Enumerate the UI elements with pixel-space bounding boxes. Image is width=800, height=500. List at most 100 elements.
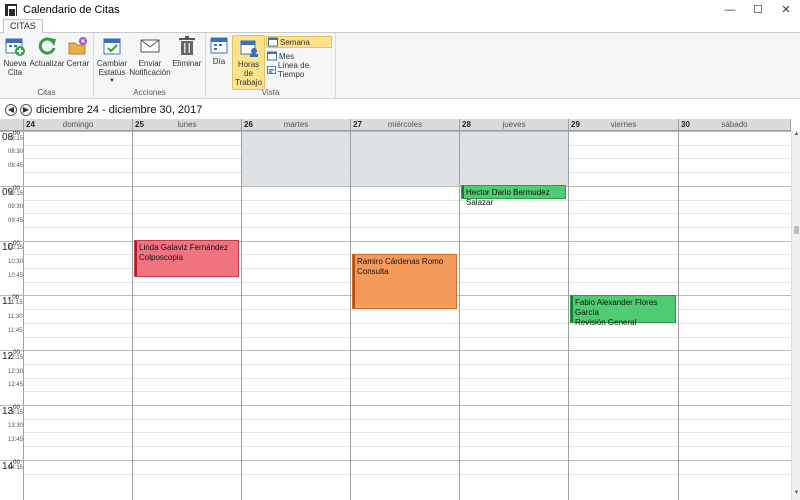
hour-gridline: [24, 405, 791, 406]
app-icon: [5, 3, 17, 18]
appointment-patient: Hector Dario Bermudez Salazar: [466, 188, 550, 207]
refresh-button[interactable]: Actualizar: [29, 35, 65, 68]
appointment[interactable]: Hector Dario Bermudez Salazar: [461, 185, 566, 207]
work-hours-label-2: Trabajo: [235, 78, 262, 87]
new-appointment-label-2: Cita: [7, 68, 23, 77]
scroll-thumb[interactable]: [794, 226, 799, 234]
maximize-button[interactable]: ☐: [744, 0, 772, 19]
timeline-view-label: Línea de Tiempo: [277, 61, 310, 79]
timeline-icon: [267, 65, 276, 75]
quarter-label: 13:45: [8, 437, 24, 444]
day-name: miércoles: [387, 120, 423, 129]
calendar-check-icon: [103, 38, 121, 55]
ribbon-group-acciones: Cambiar Estatus ▼ Enviar Notificación El…: [94, 33, 206, 99]
day-column-divider: [132, 131, 133, 500]
next-week-button[interactable]: ▶: [20, 103, 32, 116]
day-name: viernes: [610, 120, 637, 129]
title-bar: Calendario de Citas — ☐ ✕: [0, 0, 800, 19]
calendar-week-icon: [268, 37, 278, 47]
date-navigation: ◀ ▶ diciembre 24 - diciembre 30, 2017: [0, 100, 800, 119]
quarter-label: 11:45: [8, 327, 23, 334]
quarter-label: 12:15: [8, 354, 24, 361]
day-header-sábado[interactable]: 30 sábado: [679, 119, 791, 131]
quarter-gridline: [24, 363, 791, 365]
week-view-button[interactable]: Semana: [266, 36, 332, 48]
group-label-acciones: Acciones: [133, 88, 166, 97]
timeline-view-button[interactable]: Línea de Tiempo: [266, 61, 335, 79]
week-calendar: 0800 08:15 08:30 08:45 0900 09:15 09:30 09:45 10…: [0, 119, 800, 500]
calendar-day-icon: [210, 37, 228, 54]
quarter-gridline: [24, 432, 791, 434]
day-view-button[interactable]: Día: [209, 35, 229, 66]
work-hours-label-1: Horas de: [237, 60, 260, 78]
time-ruler: 0800 08:15 08:30 08:45 0900 09:15 09:30 09:45 10…: [0, 131, 24, 500]
day-header-domingo[interactable]: 24 domingo: [24, 119, 133, 131]
day-view-label: Día: [212, 57, 226, 66]
appointment-patient: Ramiro Cárdenas Romo: [357, 257, 444, 266]
hour-gridline: [24, 131, 791, 132]
calendar-add-icon: [5, 38, 25, 56]
quarter-label: 14:15: [8, 464, 24, 471]
send-notification-label-2: Notificación: [129, 68, 171, 77]
ribbon-group-vista: Día Horas de Trabajo Semana Mes Línea de…: [206, 33, 336, 99]
quarter-label: 10:30: [8, 259, 24, 265]
hour-gridline: [24, 350, 791, 352]
quarter-label: 09:15: [8, 190, 24, 197]
close-view-button[interactable]: Cerrar: [66, 35, 90, 68]
close-button[interactable]: ✕: [772, 0, 800, 19]
quarter-label: 08:45: [8, 163, 24, 170]
appointment[interactable]: Fabio Alexander Flores García Revisión Ge…: [570, 295, 676, 327]
delete-button[interactable]: Eliminar: [172, 35, 202, 68]
quarter-label: 12:30: [8, 368, 24, 375]
day-column-divider: [678, 131, 679, 500]
close-view-label: Cerrar: [66, 59, 90, 68]
tab-citas[interactable]: CITAS: [3, 19, 43, 34]
day-column-divider: [241, 131, 242, 500]
appointment-type: Colposcopia: [139, 253, 184, 262]
scroll-down-icon[interactable]: ▼: [792, 490, 800, 500]
trash-icon: [179, 36, 195, 55]
quarter-label: 09:30: [8, 204, 24, 211]
minimize-button[interactable]: —: [716, 0, 744, 19]
quarter-gridline: [24, 213, 791, 215]
quarter-gridline: [24, 226, 791, 228]
change-status-button[interactable]: Cambiar Estatus ▼: [97, 35, 127, 86]
day-name: domingo: [62, 120, 94, 129]
day-column-divider: [459, 131, 460, 500]
day-header-martes[interactable]: 26 martes: [242, 119, 351, 131]
appointment-type: Revisión General: [575, 318, 637, 327]
quarter-gridline: [24, 391, 791, 393]
day-header-jueves[interactable]: 28 jueves: [460, 119, 569, 131]
new-appointment-button[interactable]: Nueva Cita: [3, 35, 27, 77]
appointment-patient: Fabio Alexander Flores García: [575, 298, 658, 317]
appointment[interactable]: Ramiro Cárdenas Romo Consulta: [352, 254, 457, 309]
month-view-label: Mes: [279, 51, 295, 61]
new-appointment-label-1: Nueva: [3, 59, 27, 68]
day-header-miércoles[interactable]: 27 miércoles: [351, 119, 460, 131]
work-hours-view-button[interactable]: Horas de Trabajo: [232, 35, 265, 90]
appointment-patient: Linda Galaviz Fernández: [139, 243, 228, 252]
quarter-label: 10:15: [8, 245, 24, 252]
quarter-label: 08:30: [8, 149, 24, 156]
ribbon-group-citas: Nueva Cita Actualizar Cerrar Citas: [0, 33, 94, 99]
send-notification-button[interactable]: Enviar Notificación: [129, 35, 171, 77]
day-header-lunes[interactable]: 25 lunes: [133, 119, 242, 131]
vertical-scrollbar[interactable]: ▲ ▼: [791, 131, 800, 500]
calendar-month-icon: [267, 51, 277, 61]
quarter-label: 10:45: [8, 272, 24, 279]
appointment-type: Consulta: [357, 267, 389, 276]
appointment[interactable]: Linda Galaviz Fernández Colposcopia: [134, 240, 239, 277]
day-name: martes: [283, 120, 309, 129]
scroll-up-icon[interactable]: ▲: [792, 131, 800, 141]
day-name: jueves: [502, 120, 526, 129]
group-label-citas: Citas: [37, 88, 56, 97]
ribbon: Nueva Cita Actualizar Cerrar Citas Cambi…: [0, 33, 800, 99]
quarter-label: 12:45: [8, 382, 24, 389]
previous-week-button[interactable]: ◀: [5, 103, 17, 116]
window-title: Calendario de Citas: [23, 3, 120, 16]
quarter-label: 11:15: [8, 300, 23, 307]
header-corner: [0, 119, 24, 131]
send-notification-label-1: Enviar: [138, 59, 162, 68]
refresh-icon: [38, 37, 56, 55]
day-header-viernes[interactable]: 29 viernes: [569, 119, 679, 131]
